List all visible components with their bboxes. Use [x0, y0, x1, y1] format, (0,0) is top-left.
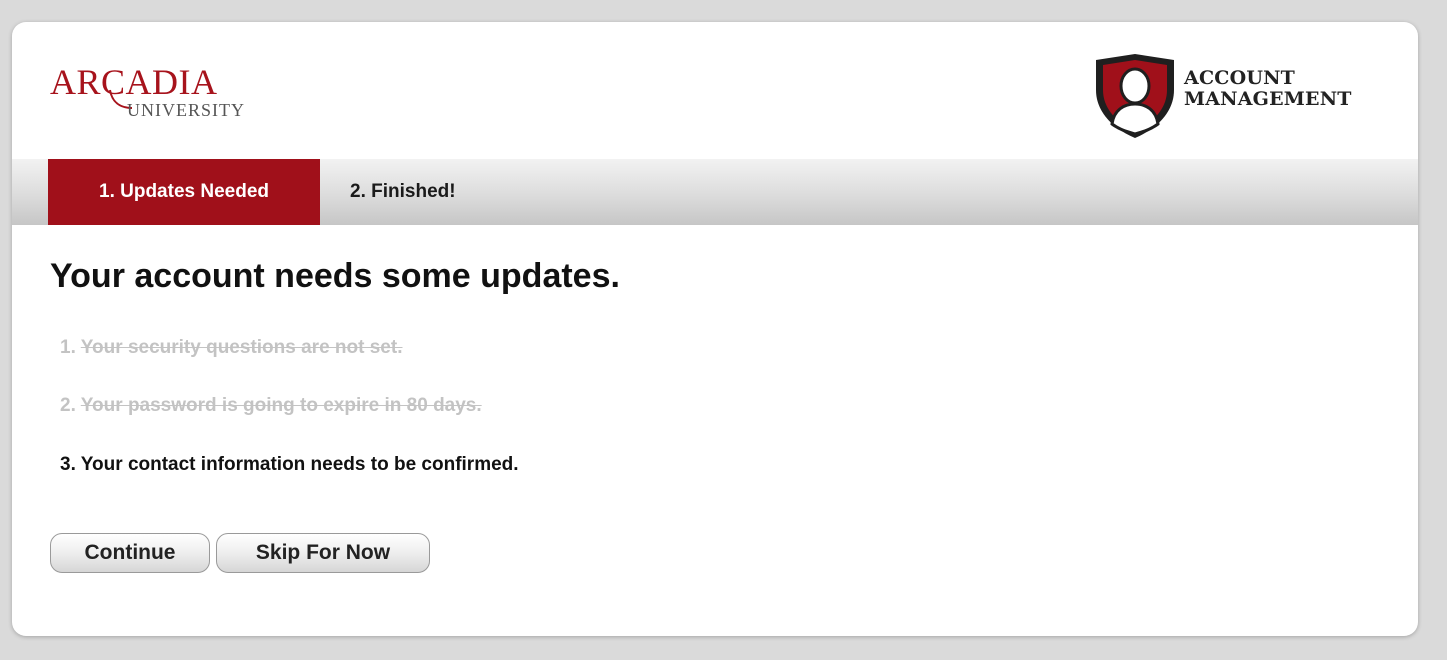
- page-title: Your account needs some updates.: [50, 257, 620, 295]
- update-text: Your contact information needs to be con…: [80, 454, 519, 475]
- skip-for-now-button[interactable]: Skip For Now: [216, 533, 430, 573]
- tab-updates-needed[interactable]: 1. Updates Needed: [48, 159, 320, 225]
- steps-tab-bar: 1. Updates Needed 2. Finished!: [12, 159, 1418, 225]
- update-text: Your security questions are not set.: [80, 337, 403, 358]
- header: ARCADIA UNIVERSITY ACCOUNT MANAGEMENT: [12, 22, 1418, 159]
- arcadia-university-logo: ARCADIA UNIVERSITY: [50, 62, 280, 122]
- account-management-logo: ACCOUNT MANAGEMENT: [1092, 52, 1392, 142]
- update-item-security-questions: 1. Your security questions are not set.: [60, 337, 402, 359]
- update-text: Your password is going to expire in 80 d…: [80, 395, 482, 416]
- product-name-line1: ACCOUNT: [1184, 67, 1296, 89]
- shield-user-icon: [1096, 54, 1174, 138]
- continue-button[interactable]: Continue: [50, 533, 210, 573]
- product-name: ACCOUNT MANAGEMENT: [1184, 68, 1352, 110]
- update-number: 3.: [60, 454, 76, 475]
- logo-name-line2: UNIVERSITY: [127, 100, 245, 120]
- update-item-contact-info: 3. Your contact information needs to be …: [60, 454, 519, 476]
- product-name-line2: MANAGEMENT: [1184, 88, 1352, 110]
- update-item-password-expiry: 2. Your password is going to expire in 8…: [60, 395, 482, 417]
- update-number: 2.: [60, 395, 76, 416]
- tab-finished[interactable]: 2. Finished!: [320, 159, 486, 225]
- update-number: 1.: [60, 337, 76, 358]
- account-management-panel: ARCADIA UNIVERSITY ACCOUNT MANAGEMENT 1.…: [12, 22, 1418, 636]
